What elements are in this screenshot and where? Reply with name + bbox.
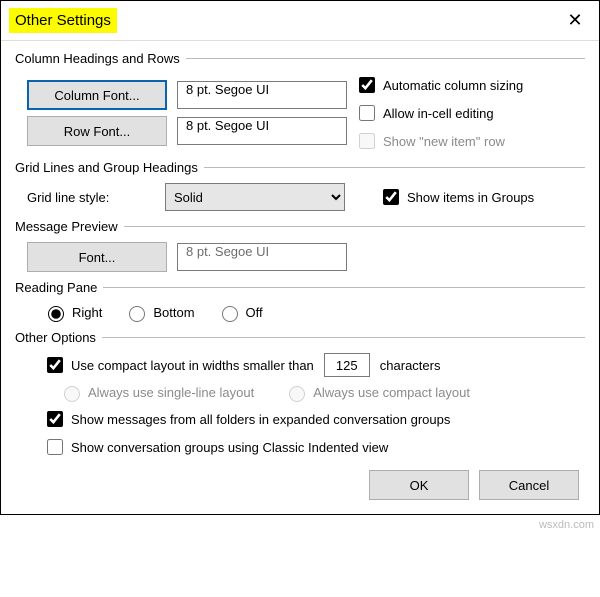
ok-button[interactable]: OK bbox=[369, 470, 469, 500]
always-single-input bbox=[64, 386, 80, 402]
show-all-folders-label: Show messages from all folders in expand… bbox=[71, 412, 450, 427]
reading-right-radio[interactable]: Right bbox=[43, 303, 102, 322]
group-message-preview: Message Preview Font... 8 pt. Segoe UI bbox=[15, 219, 585, 272]
always-single-label: Always use single-line layout bbox=[88, 385, 254, 400]
row-font-button[interactable]: Row Font... bbox=[27, 116, 167, 146]
group-grid-lines: Grid Lines and Group Headings Grid line … bbox=[15, 160, 585, 211]
allow-incell-label: Allow in-cell editing bbox=[383, 106, 494, 121]
compact-width-prefix: Use compact layout in widths smaller tha… bbox=[71, 358, 314, 373]
auto-col-sizing-checkbox[interactable]: Automatic column sizing bbox=[355, 74, 585, 96]
auto-col-sizing-label: Automatic column sizing bbox=[383, 78, 523, 93]
legend-other-options: Other Options bbox=[15, 330, 102, 345]
legend-column-headings: Column Headings and Rows bbox=[15, 51, 186, 66]
legend-message-preview: Message Preview bbox=[15, 219, 124, 234]
reading-bottom-radio[interactable]: Bottom bbox=[124, 303, 194, 322]
reading-off-input[interactable] bbox=[222, 306, 238, 322]
show-all-folders-input[interactable] bbox=[47, 411, 63, 427]
classic-indent-input[interactable] bbox=[47, 439, 63, 455]
reading-off-radio[interactable]: Off bbox=[217, 303, 263, 322]
classic-indent-label: Show conversation groups using Classic I… bbox=[71, 440, 388, 455]
close-icon: ✕ bbox=[567, 10, 582, 31]
show-new-item-label: Show "new item" row bbox=[383, 134, 505, 149]
compact-width-value[interactable] bbox=[324, 353, 370, 377]
dialog-body: Column Headings and Rows Column Font... … bbox=[1, 41, 599, 514]
compact-width-suffix: characters bbox=[380, 358, 441, 373]
allow-incell-input[interactable] bbox=[359, 105, 375, 121]
reading-bottom-label: Bottom bbox=[153, 305, 194, 320]
always-compact-label: Always use compact layout bbox=[313, 385, 470, 400]
auto-col-sizing-input[interactable] bbox=[359, 77, 375, 93]
grid-style-label: Grid line style: bbox=[15, 190, 155, 205]
legend-line bbox=[102, 337, 585, 338]
show-groups-label: Show items in Groups bbox=[407, 190, 534, 205]
legend-line bbox=[204, 167, 585, 168]
titlebar: Other Settings ✕ bbox=[1, 1, 599, 41]
always-single-radio: Always use single-line layout bbox=[59, 383, 254, 402]
classic-indent-checkbox[interactable]: Show conversation groups using Classic I… bbox=[43, 436, 388, 458]
watermark: wsxdn.com bbox=[0, 515, 600, 535]
reading-bottom-input[interactable] bbox=[129, 306, 145, 322]
dialog-other-settings: Other Settings ✕ Column Headings and Row… bbox=[0, 0, 600, 515]
compact-width-checkbox[interactable]: Use compact layout in widths smaller tha… bbox=[43, 354, 314, 376]
legend-reading-pane: Reading Pane bbox=[15, 280, 103, 295]
cancel-button[interactable]: Cancel bbox=[479, 470, 579, 500]
legend-line bbox=[103, 287, 585, 288]
show-new-item-input bbox=[359, 133, 375, 149]
preview-font-display: 8 pt. Segoe UI bbox=[177, 243, 347, 271]
show-new-item-checkbox: Show "new item" row bbox=[355, 130, 585, 152]
group-other-options: Other Options Use compact layout in widt… bbox=[15, 330, 585, 458]
allow-incell-checkbox[interactable]: Allow in-cell editing bbox=[355, 102, 585, 124]
show-all-folders-checkbox[interactable]: Show messages from all folders in expand… bbox=[43, 408, 450, 430]
reading-right-input[interactable] bbox=[48, 306, 64, 322]
group-column-headings: Column Headings and Rows Column Font... … bbox=[15, 51, 585, 152]
always-compact-input bbox=[289, 386, 305, 402]
legend-line bbox=[186, 58, 585, 59]
dialog-title: Other Settings bbox=[9, 8, 117, 33]
show-groups-checkbox[interactable]: Show items in Groups bbox=[379, 186, 534, 208]
row-font-display: 8 pt. Segoe UI bbox=[177, 117, 347, 145]
compact-width-input[interactable] bbox=[47, 357, 63, 373]
legend-line bbox=[124, 226, 585, 227]
legend-grid-lines: Grid Lines and Group Headings bbox=[15, 160, 204, 175]
always-compact-radio: Always use compact layout bbox=[284, 383, 470, 402]
button-bar: OK Cancel bbox=[15, 466, 585, 500]
reading-right-label: Right bbox=[72, 305, 102, 320]
column-font-display: 8 pt. Segoe UI bbox=[177, 81, 347, 109]
column-font-button[interactable]: Column Font... bbox=[27, 80, 167, 110]
close-button[interactable]: ✕ bbox=[551, 1, 599, 41]
grid-style-select[interactable]: Solid bbox=[165, 183, 345, 211]
reading-off-label: Off bbox=[246, 305, 263, 320]
preview-font-button[interactable]: Font... bbox=[27, 242, 167, 272]
show-groups-input[interactable] bbox=[383, 189, 399, 205]
group-reading-pane: Reading Pane Right Bottom Off bbox=[15, 280, 585, 322]
